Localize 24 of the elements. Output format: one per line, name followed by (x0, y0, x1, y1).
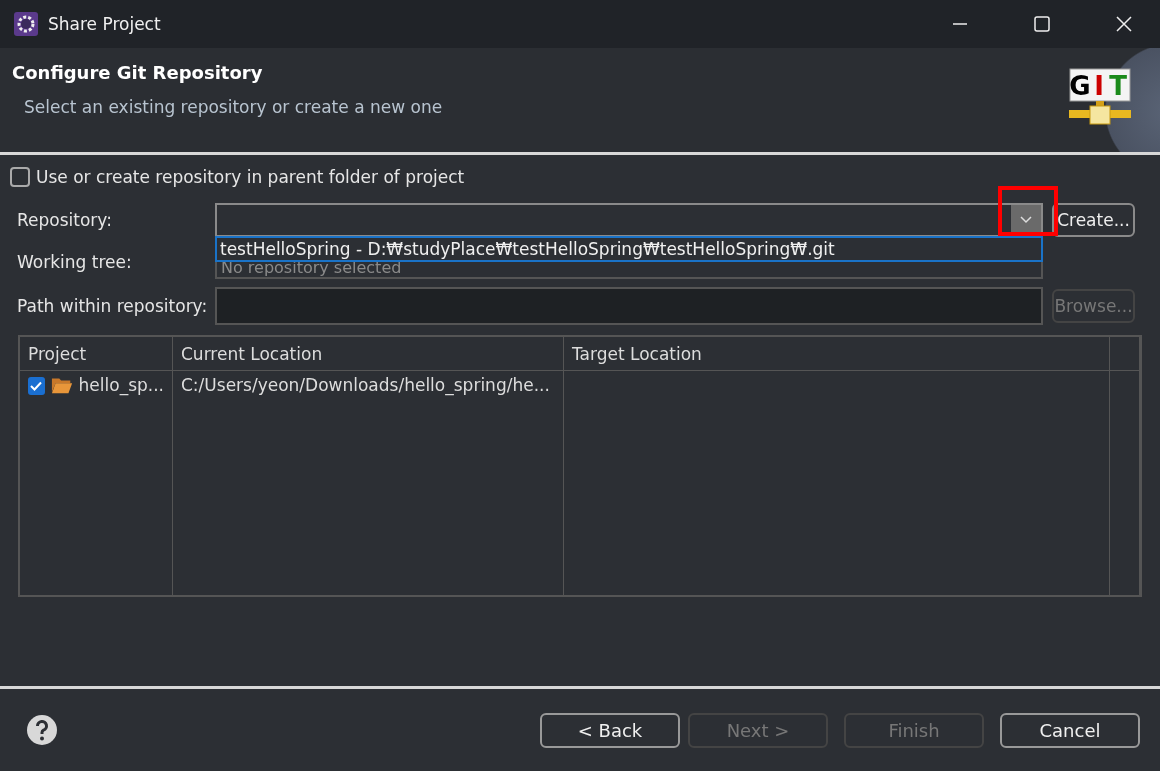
chevron-down-icon (1020, 216, 1032, 224)
gear-icon (14, 12, 38, 36)
page-subtitle: Select an existing repository or create a new one (23, 97, 444, 117)
field-label: Path within repository: (17, 296, 209, 316)
field-label: Working tree: (17, 252, 133, 272)
git-logo: G I T (1068, 68, 1132, 128)
checkbox[interactable] (28, 377, 45, 395)
wizard-button[interactable]: Cancel (1000, 712, 1140, 748)
highlight-rectangle (998, 186, 1058, 236)
column-header[interactable]: Target Location (564, 337, 1110, 371)
create-button[interactable]: Create... (1052, 203, 1135, 237)
column-header[interactable]: Current Location (173, 337, 564, 371)
path-field[interactable] (215, 287, 1043, 325)
page-title: Configure Git Repository (12, 62, 264, 83)
wizard-button[interactable]: < Back (540, 712, 680, 748)
help-icon[interactable] (26, 714, 58, 746)
table-cell: C:/Users/yeon/Downloads/hello_spring/he... (181, 375, 550, 395)
column-header[interactable]: Project (20, 337, 173, 371)
dropdown-item[interactable]: testHelloSpring - D:₩studyPlace₩testHelloSpring₩testHelloSpring₩.git (215, 236, 1043, 262)
window-title: Share Project (48, 14, 161, 34)
field-label: Repository: (17, 210, 113, 230)
checkbox-label: Use or create repository in parent folder of project (36, 167, 465, 187)
table-cell: hello_sp... (78, 375, 164, 395)
checkbox[interactable] (10, 167, 30, 187)
